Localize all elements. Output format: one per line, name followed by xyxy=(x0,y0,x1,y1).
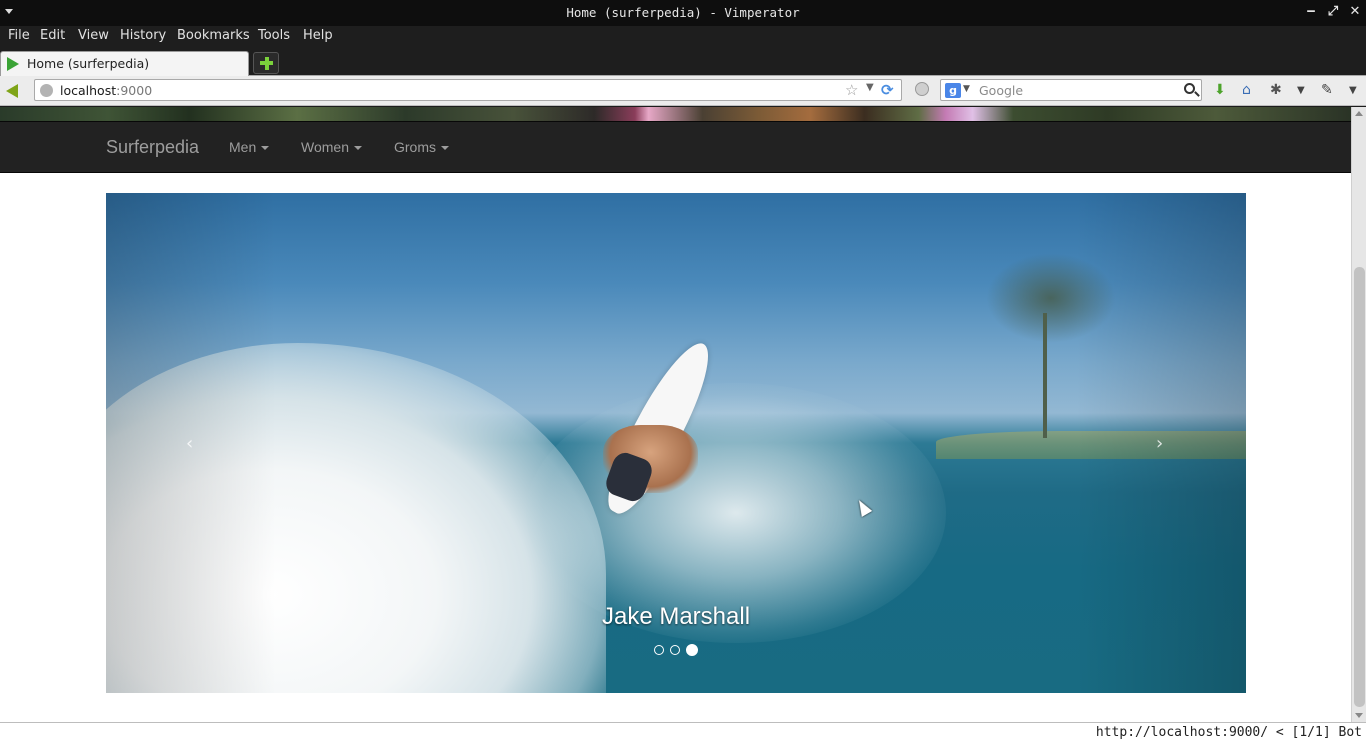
close-button[interactable]: ✕ xyxy=(1347,4,1363,20)
menu-tools[interactable]: Tools xyxy=(258,28,290,43)
nav-toolbar: localhost:9000 ☆ ▼ ⟳ g ▼ Google ⬇ ⌂ ✱ ▼ … xyxy=(0,76,1366,106)
plus-icon-vertical xyxy=(264,56,269,70)
play-favicon-icon xyxy=(7,57,19,71)
tab-strip: Home (surferpedia) xyxy=(0,48,1366,76)
tools-dropdown-icon[interactable]: ▼ xyxy=(1349,85,1357,96)
tab-home[interactable]: Home (surferpedia) xyxy=(0,51,249,76)
addon-dropdown-icon[interactable]: ▼ xyxy=(1297,85,1305,96)
nav-women-dropdown[interactable]: Women xyxy=(301,139,362,155)
menu-file[interactable]: File xyxy=(8,28,30,43)
menu-view[interactable]: View xyxy=(78,28,109,43)
nav-women-label: Women xyxy=(301,139,349,155)
carousel-indicator-3[interactable] xyxy=(686,644,698,656)
engine-dropdown-icon[interactable]: ▼ xyxy=(963,84,970,94)
nav-groms-dropdown[interactable]: Groms xyxy=(394,139,449,155)
carousel-indicators xyxy=(106,644,1246,656)
url-host: localhost xyxy=(60,83,117,98)
menu-history[interactable]: History xyxy=(120,28,166,43)
reload-icon[interactable]: ⟳ xyxy=(881,81,894,99)
carousel-indicator-1[interactable] xyxy=(654,645,664,655)
new-tab-button[interactable] xyxy=(253,52,279,74)
tab-label: Home (surferpedia) xyxy=(27,56,150,71)
nav-groms-label: Groms xyxy=(394,139,436,155)
caret-down-icon xyxy=(441,146,449,151)
scroll-thumb[interactable] xyxy=(1354,267,1365,707)
menu-bar: File Edit View History Bookmarks Tools H… xyxy=(0,26,1366,48)
url-text[interactable]: localhost:9000 xyxy=(60,83,152,98)
carousel-next-icon[interactable]: › xyxy=(1156,433,1163,454)
search-icon-handle xyxy=(1194,91,1200,97)
menu-bookmarks[interactable]: Bookmarks xyxy=(177,28,250,43)
window-titlebar: Home (surferpedia) - Vimperator ‒ ⤢ ✕ xyxy=(0,0,1366,26)
caret-down-icon xyxy=(353,146,362,151)
history-dropdown-icon[interactable]: ▼ xyxy=(866,82,874,93)
search-placeholder: Google xyxy=(979,83,1024,98)
maximize-button[interactable]: ⤢ xyxy=(1325,4,1341,20)
minimize-button[interactable]: ‒ xyxy=(1303,4,1319,20)
status-text: http://localhost:9000/ < [1/1] Bot xyxy=(1095,725,1362,740)
tools-icon[interactable]: ✎ xyxy=(1321,82,1333,98)
page-content: Surferpedia Men Women Groms ‹ › Jake Mar… xyxy=(0,107,1351,722)
scroll-down-icon[interactable] xyxy=(1355,713,1363,718)
menu-help[interactable]: Help xyxy=(303,28,333,43)
home-icon[interactable]: ⌂ xyxy=(1242,82,1251,98)
addon-icon[interactable]: ✱ xyxy=(1270,82,1282,98)
scroll-up-icon[interactable] xyxy=(1355,111,1363,116)
back-arrow-icon[interactable] xyxy=(6,84,18,98)
globe-icon xyxy=(40,84,53,97)
status-bar: http://localhost:9000/ < [1/1] Bot xyxy=(0,722,1366,743)
carousel: ‹ › Jake Marshall xyxy=(106,193,1246,693)
brand-link[interactable]: Surferpedia xyxy=(106,137,199,158)
url-bar[interactable]: localhost:9000 ☆ ▼ ⟳ xyxy=(34,79,902,101)
nav-men-label: Men xyxy=(229,139,257,155)
caret-down-icon xyxy=(261,146,270,151)
search-bar[interactable]: g ▼ Google xyxy=(940,79,1202,101)
header-banner-image xyxy=(0,107,1351,121)
download-icon[interactable]: ⬇ xyxy=(1214,82,1226,98)
site-navbar: Surferpedia Men Women Groms xyxy=(0,121,1351,173)
bookmark-star-icon[interactable]: ☆ xyxy=(845,81,858,99)
url-port: :9000 xyxy=(116,83,153,98)
window-title: Home (surferpedia) - Vimperator xyxy=(566,5,800,20)
menu-edit[interactable]: Edit xyxy=(40,28,65,43)
google-engine-icon[interactable]: g xyxy=(945,83,961,98)
carousel-caption: Jake Marshall xyxy=(601,603,751,630)
nav-men-dropdown[interactable]: Men xyxy=(229,139,270,155)
tree-trunk xyxy=(1043,313,1047,438)
carousel-prev-icon[interactable]: ‹ xyxy=(186,433,193,454)
page-scrollbar[interactable] xyxy=(1351,107,1366,722)
carousel-indicator-2[interactable] xyxy=(670,645,680,655)
identity-icon[interactable] xyxy=(915,82,929,96)
